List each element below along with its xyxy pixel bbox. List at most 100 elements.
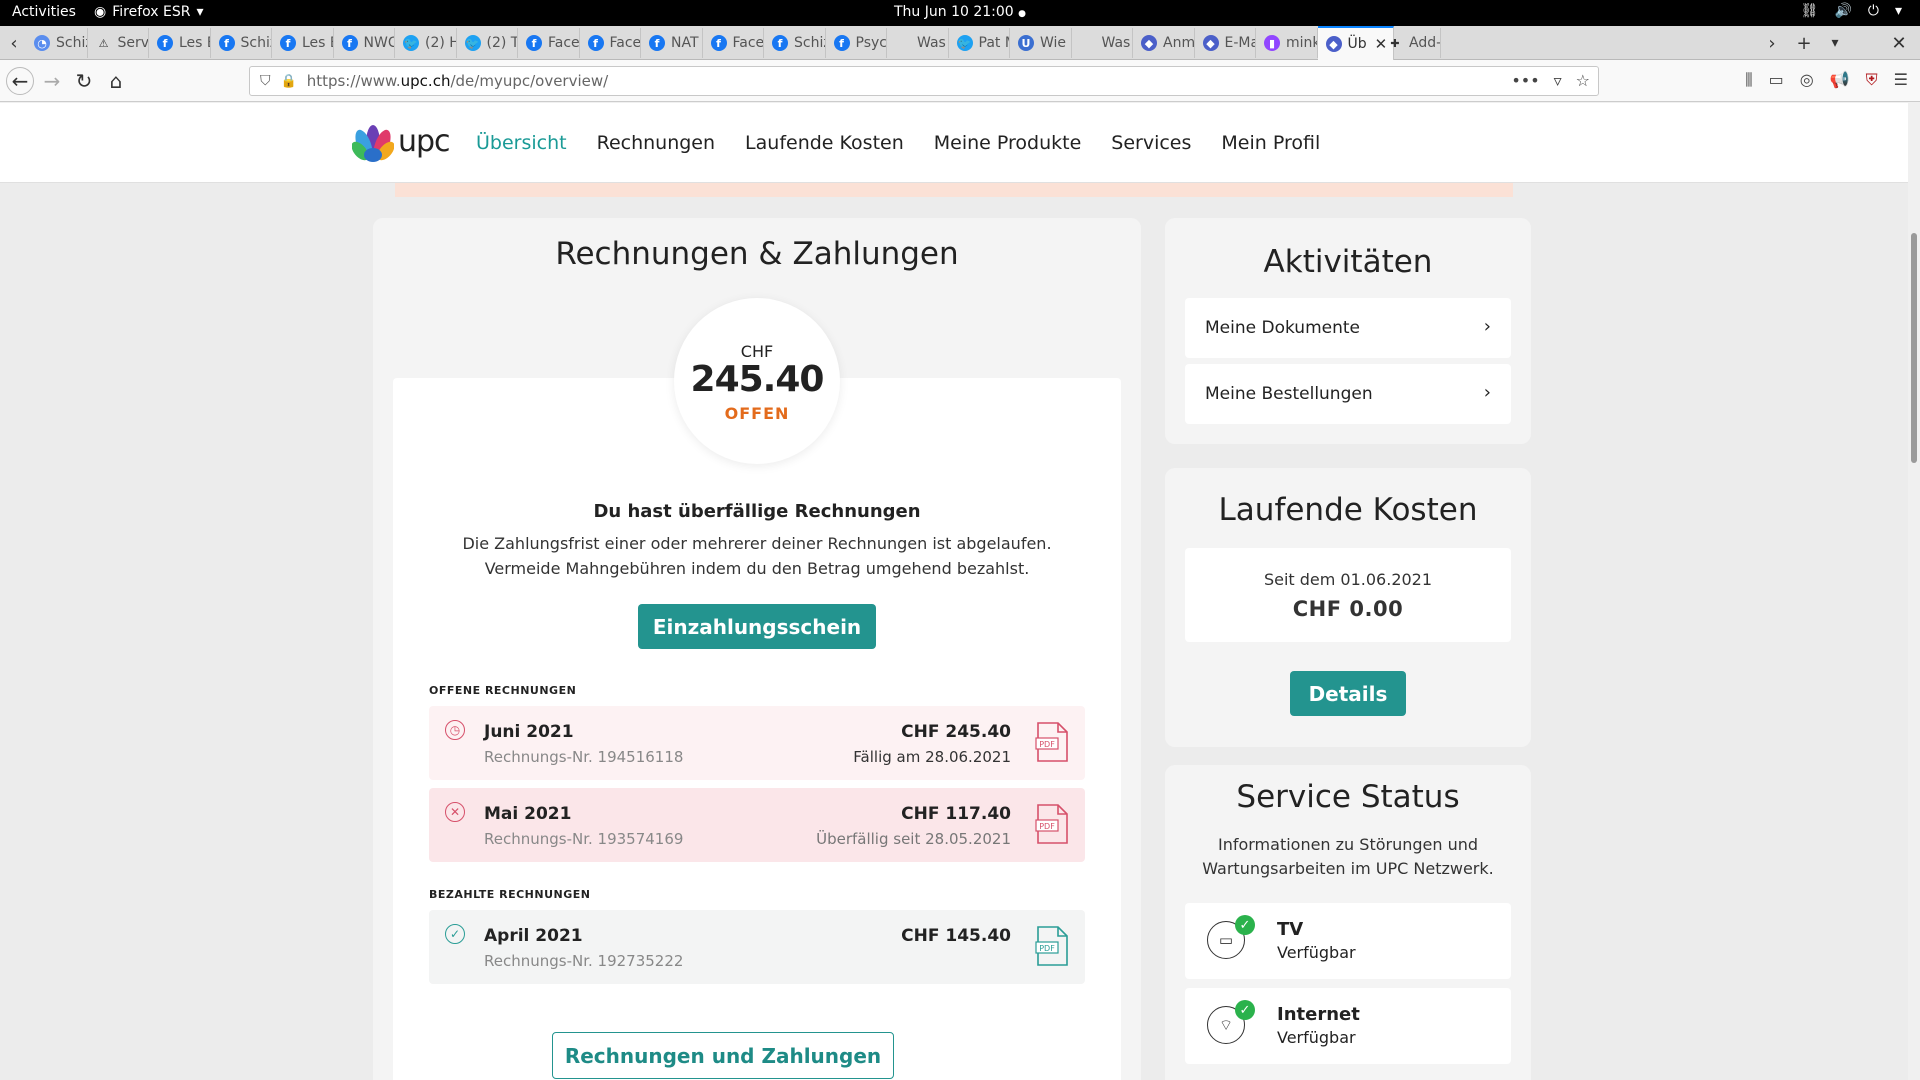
all-invoices-button[interactable]: Rechnungen und Zahlungen [552, 1032, 894, 1079]
service-state: Verfügbar [1277, 943, 1356, 962]
browser-tab[interactable]: f NWC [334, 28, 395, 58]
clock-label[interactable]: Thu Jun 10 21:00 [894, 4, 1014, 20]
scrollbar-thumb[interactable] [1911, 233, 1917, 463]
nav-item-overview[interactable]: Übersicht [476, 132, 567, 154]
browser-tab[interactable]: f Schiz [764, 28, 826, 58]
library-icon[interactable]: ⫼ [1745, 70, 1752, 90]
tab-label: Face [732, 35, 764, 51]
pdf-icon[interactable]: PDF [1035, 722, 1069, 762]
browser-tab[interactable]: ⚠ Serv [88, 28, 149, 58]
nav-item-services[interactable]: Services [1111, 132, 1191, 154]
my-documents-link[interactable]: Meine Dokumente › [1185, 298, 1511, 358]
alert-banner-strip [395, 183, 1513, 197]
close-window-icon[interactable]: ✕ [1884, 28, 1914, 58]
browser-tab[interactable]: f Schiz [211, 28, 272, 58]
facebook-icon: f [772, 35, 788, 51]
description-line: Informationen zu Störungen und [1217, 835, 1479, 854]
details-button[interactable]: Details [1290, 671, 1406, 716]
account-icon[interactable]: ◎ [1800, 70, 1814, 90]
page-actions-icon[interactable]: ••• [1511, 71, 1539, 90]
running-costs-value: CHF 0.00 [1292, 597, 1404, 621]
browser-tab[interactable]: f NAT [641, 28, 703, 58]
address-bar[interactable]: ⛉ 🔒 https://www.upc.ch/de/myupc/overview… [249, 66, 1599, 96]
pdf-icon[interactable]: PDF [1035, 804, 1069, 844]
power-icon[interactable]: ⏻ [1868, 3, 1879, 19]
browser-tab[interactable]: f Psyc [826, 28, 887, 58]
browser-tab[interactable]: f Les E [272, 28, 334, 58]
tab-scroll-left-icon[interactable]: ‹ [2, 28, 26, 58]
facebook-icon: f [710, 35, 727, 51]
deposit-slip-button[interactable]: Einzahlungsschein [638, 604, 876, 649]
invoice-row[interactable]: ✕ Mai 2021 Rechnungs-Nr. 193574169 CHF 1… [429, 788, 1085, 862]
network-icon[interactable]: ⛓ [1801, 3, 1819, 19]
chevron-down-icon[interactable]: ▾ [1895, 3, 1902, 19]
sidebar-icon[interactable]: ▭ [1769, 70, 1784, 90]
activities-card: Aktivitäten Meine Dokumente › Meine Best… [1165, 218, 1531, 444]
upc-icon: ◆ [1141, 35, 1157, 51]
browser-tab[interactable]: 🐦 (2) H [395, 28, 457, 58]
system-tray[interactable]: ⛓ 🔊 ⏻ ▾ [1801, 3, 1902, 19]
overdue-heading: Du hast überfällige Rechnungen [593, 501, 921, 522]
new-tab-icon[interactable]: + [1788, 28, 1820, 58]
browser-tab[interactable]: ◔ Schiz [26, 28, 88, 58]
puzzle-icon: ✚ [1390, 36, 1400, 50]
invoice-month: April 2021 [484, 926, 583, 946]
browser-tab[interactable]: Was [1072, 28, 1133, 58]
menu-hamburger-icon[interactable]: ☰ [1894, 70, 1908, 90]
activities-title: Aktivitäten [1263, 244, 1433, 280]
browser-tab[interactable]: 🐦 Pat M [949, 28, 1010, 58]
nav-item-profile[interactable]: Mein Profil [1221, 132, 1320, 154]
home-icon[interactable]: ⌂ [102, 67, 130, 95]
browser-tab[interactable]: ◆ E-Ma [1195, 28, 1256, 58]
browser-tab[interactable]: ◆ Anm [1133, 28, 1195, 58]
tab-label: Face [609, 35, 641, 51]
u-icon: U [1018, 35, 1034, 51]
tab-label: E-Ma [1224, 35, 1256, 51]
bills-panel: Du hast überfällige Rechnungen Die Zahlu… [393, 378, 1121, 1080]
overdue-text-line: Die Zahlungsfrist einer oder mehrerer de… [462, 534, 1052, 553]
invoice-row[interactable]: ◷ Juni 2021 Rechnungs-Nr. 194516118 CHF … [429, 706, 1085, 780]
upc-icon: ◆ [1325, 36, 1342, 52]
my-orders-link[interactable]: Meine Bestellungen › [1185, 364, 1511, 424]
browser-tab[interactable]: f Les E [149, 28, 211, 58]
url-text[interactable]: https://www.upc.ch/de/myupc/overview/ [307, 72, 609, 90]
running-costs-since: Seit dem 01.06.2021 [1263, 570, 1433, 589]
browser-tab[interactable]: f Face [580, 28, 641, 58]
nav-item-running-costs[interactable]: Laufende Kosten [745, 132, 904, 154]
browser-tab[interactable]: 🐦 (2) Tv [457, 28, 518, 58]
browser-tab[interactable]: f Face [518, 28, 580, 58]
tab-label: Schiz [56, 35, 87, 51]
overdue-text: Die Zahlungsfrist einer oder mehrerer de… [393, 531, 1121, 581]
nav-item-invoices[interactable]: Rechnungen [597, 132, 715, 154]
browser-tab[interactable]: Was [887, 28, 949, 58]
upc-logo[interactable]: upc [352, 117, 451, 165]
reload-icon[interactable]: ↻ [70, 67, 98, 95]
firefox-icon: ◉ [94, 4, 107, 20]
lock-icon[interactable]: 🔒 [281, 74, 297, 89]
invoice-row[interactable]: ✓ April 2021 Rechnungs-Nr. 192735222 CHF… [429, 910, 1085, 984]
app-menu[interactable]: ◉ Firefox ESR ▾ [94, 4, 204, 20]
browser-tab[interactable]: U Wie l [1010, 28, 1072, 58]
page-scrollbar[interactable] [1908, 103, 1920, 1080]
nav-item-products[interactable]: Meine Produkte [934, 132, 1082, 154]
service-status-row-internet[interactable]: ⌔ ✓ Internet Verfügbar [1185, 988, 1511, 1064]
extension-megaphone-icon[interactable]: 📢 [1830, 70, 1850, 90]
service-status-description: Informationen zu Störungen und Wartungsa… [1165, 833, 1531, 881]
service-status-row-tv[interactable]: ▭ ✓ TV Verfügbar [1185, 903, 1511, 979]
clock-icon: ◷ [445, 720, 465, 740]
browser-tab[interactable]: f Face [703, 28, 764, 58]
pdf-icon[interactable]: PDF [1035, 926, 1069, 966]
tab-scroll-right-icon[interactable]: › [1760, 28, 1784, 58]
invoice-number: Rechnungs-Nr. 193574169 [484, 830, 684, 848]
list-all-tabs-icon[interactable]: ▾ [1820, 28, 1850, 58]
bookmark-star-icon[interactable]: ☆ [1576, 71, 1590, 90]
back-arrow-icon[interactable]: ← [6, 67, 34, 95]
browser-tab[interactable]: ✚ Add- [1379, 28, 1441, 58]
ublock-icon[interactable]: ⛨ [1866, 70, 1878, 90]
volume-icon[interactable]: 🔊 [1834, 3, 1851, 19]
activities-button[interactable]: Activities [12, 4, 76, 20]
forward-arrow-icon[interactable]: → [38, 67, 66, 95]
tracking-shield-icon[interactable]: ⛉ [260, 73, 271, 89]
pocket-icon[interactable]: ▿ [1554, 71, 1562, 90]
browser-tab[interactable]: ▮ mink [1256, 28, 1318, 58]
